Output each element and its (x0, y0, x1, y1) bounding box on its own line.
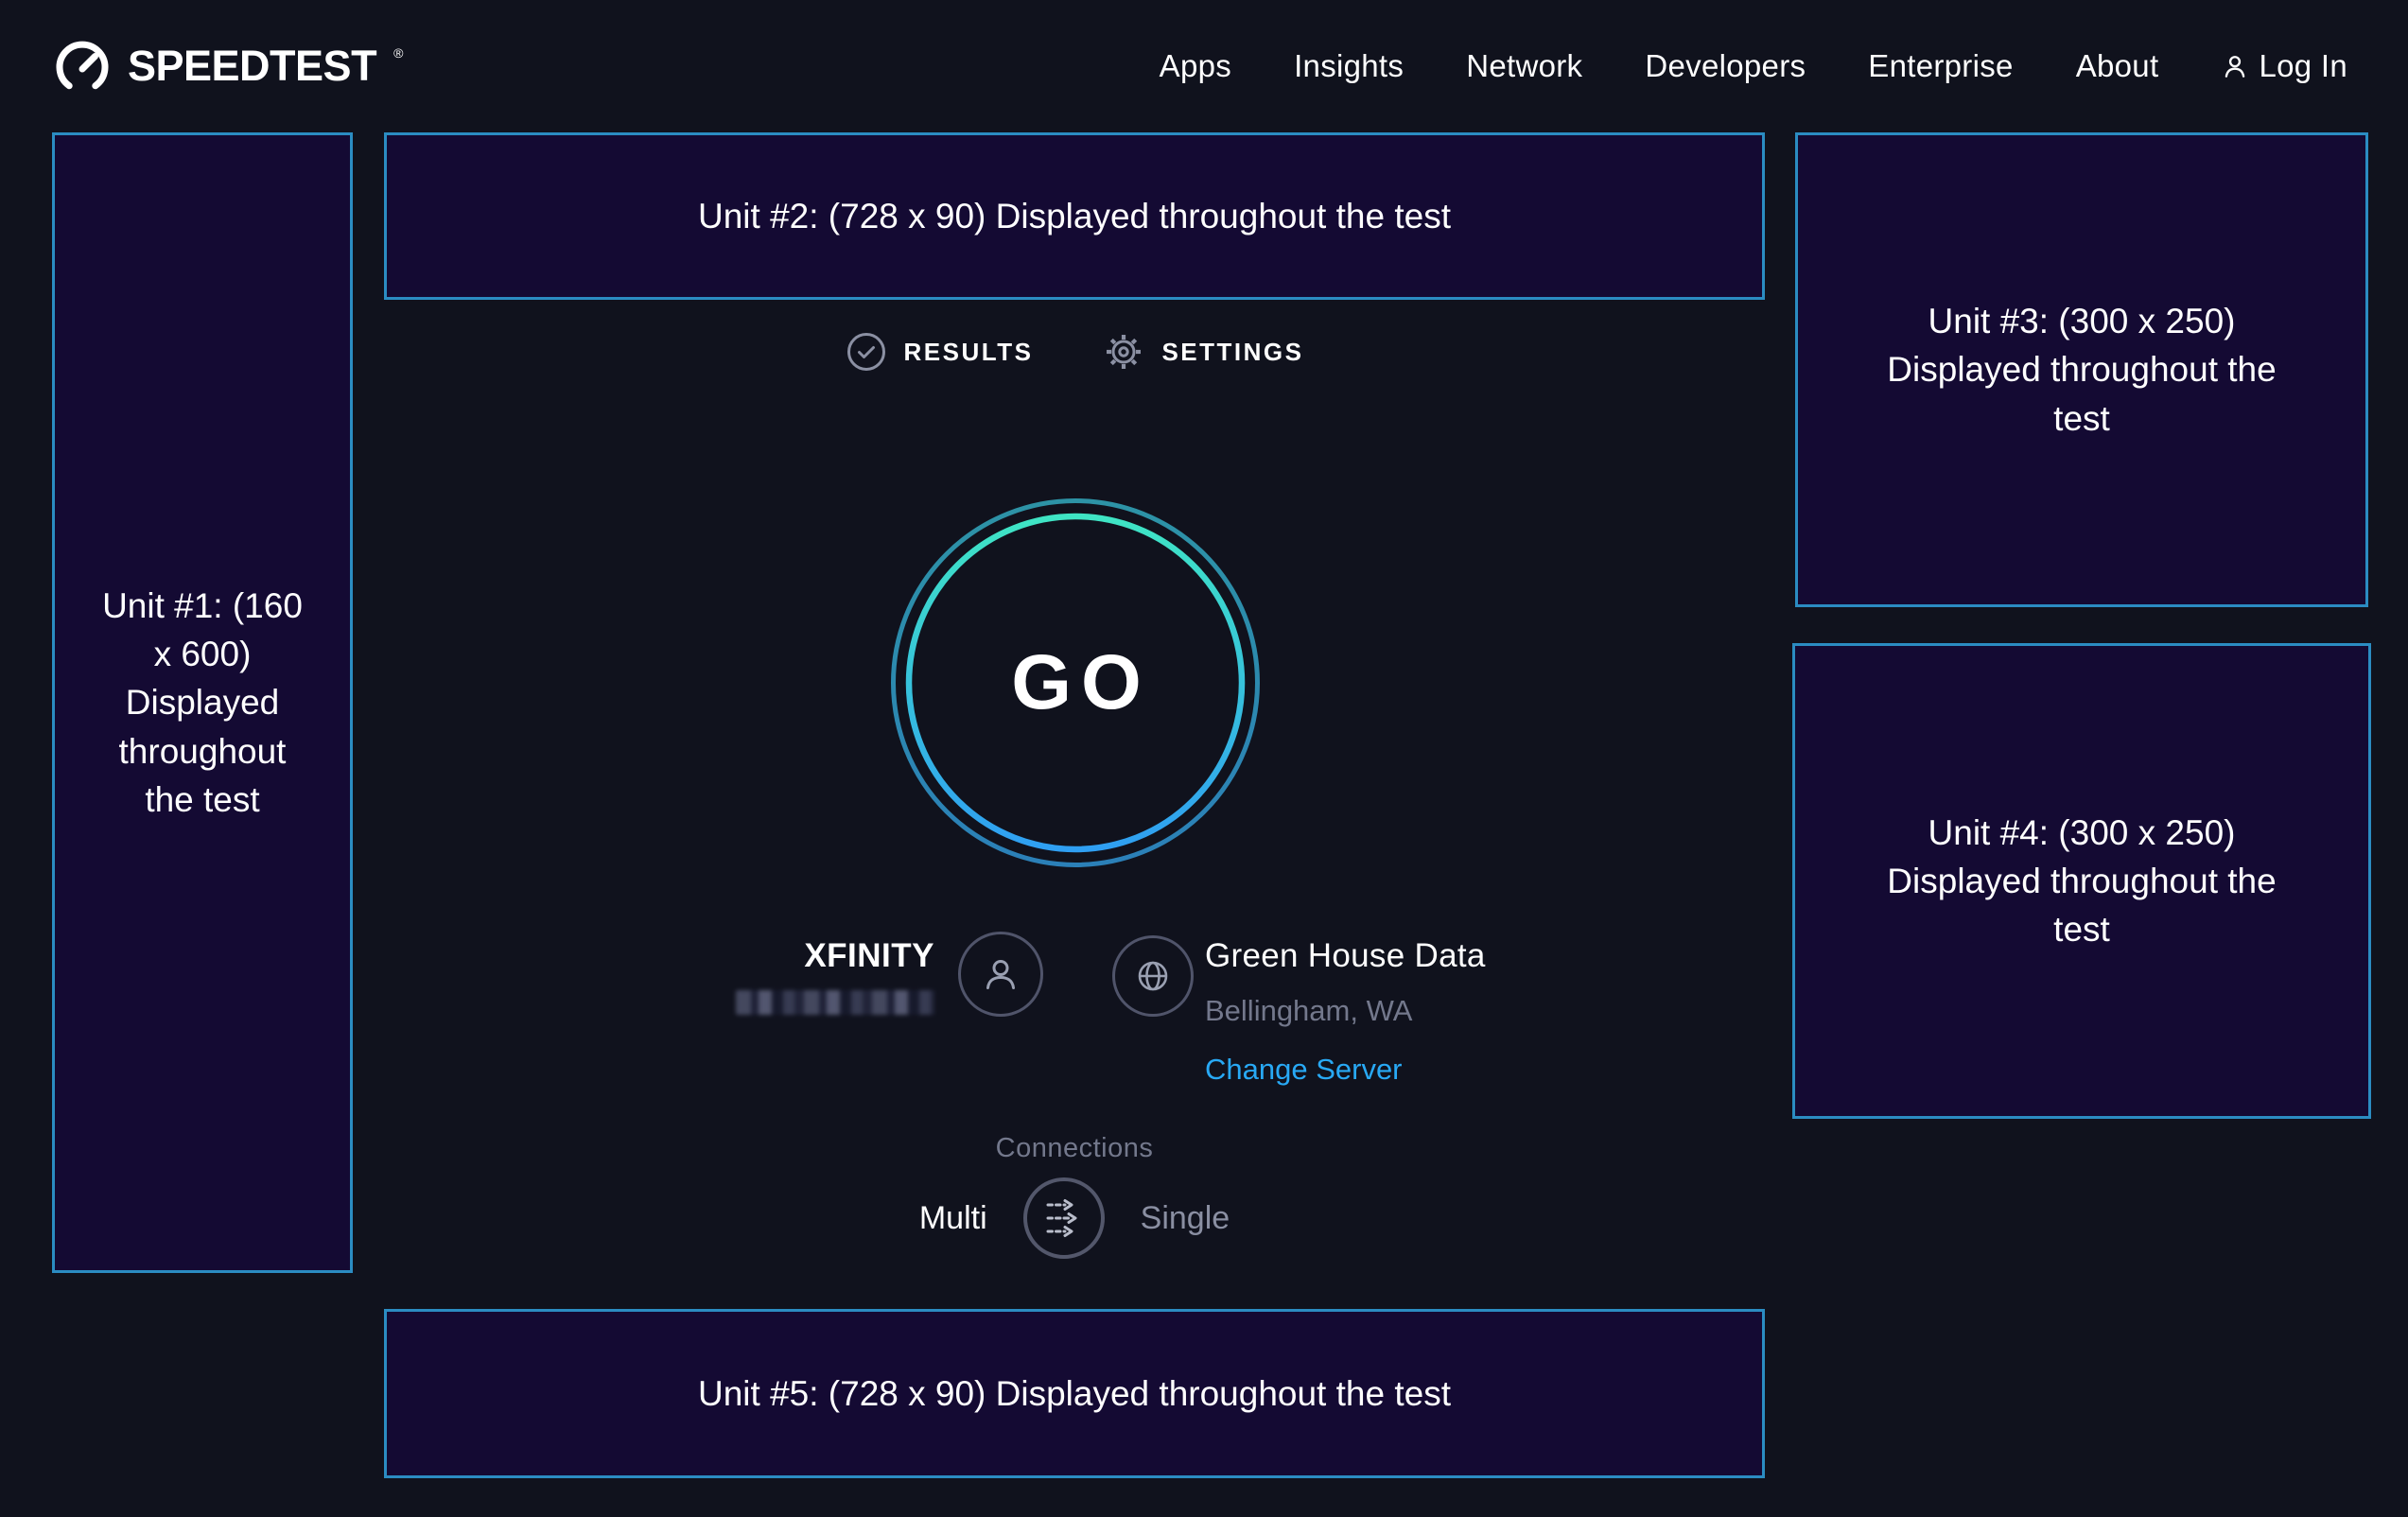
go-button[interactable]: GO (890, 497, 1261, 868)
ad-unit-1-label: Unit #1: (160 x 600) Displayed throughou… (102, 582, 303, 823)
login-button[interactable]: Log In (2221, 48, 2347, 84)
globe-icon (1132, 955, 1174, 997)
isp-info: XFINITY (586, 937, 934, 1015)
ad-unit-4-label: Unit #4: (300 x 250) Displayed throughou… (1855, 809, 2309, 953)
ad-unit-1: Unit #1: (160 x 600) Displayed throughou… (52, 132, 353, 1273)
user-icon (2221, 52, 2249, 80)
test-tabs: RESULTS SETTINGS (384, 331, 1765, 373)
server-badge (1112, 935, 1194, 1017)
nav-item-developers[interactable]: Developers (1645, 48, 1806, 84)
connections-option-single[interactable]: Single (1141, 1200, 1230, 1237)
person-icon (979, 952, 1022, 996)
nav-item-apps[interactable]: Apps (1160, 48, 1231, 84)
tab-results[interactable]: RESULTS (846, 331, 1034, 373)
login-label: Log In (2259, 48, 2347, 84)
connection-mode-toggle[interactable] (1023, 1177, 1105, 1259)
isp-badge (958, 932, 1043, 1017)
check-circle-icon (846, 331, 887, 373)
main-nav: Apps Insights Network Developers Enterpr… (1160, 48, 2347, 84)
ad-unit-5: Unit #5: (728 x 90) Displayed throughout… (384, 1309, 1765, 1478)
tab-settings-label: SETTINGS (1161, 338, 1303, 367)
nav-item-enterprise[interactable]: Enterprise (1868, 48, 2013, 84)
tab-results-label: RESULTS (904, 338, 1034, 367)
redacted-text (736, 990, 934, 1015)
nav-item-insights[interactable]: Insights (1294, 48, 1404, 84)
logo[interactable]: SPEEDTEST ® (52, 36, 401, 96)
header: SPEEDTEST ® Apps Insights Network Develo… (0, 0, 2408, 132)
server-location: Bellingham, WA (1205, 994, 1486, 1028)
ad-unit-5-label: Unit #5: (728 x 90) Displayed throughout… (698, 1369, 1451, 1418)
server-name: Green House Data (1205, 937, 1486, 975)
nav-item-network[interactable]: Network (1466, 48, 1582, 84)
multi-stream-arrows-icon (1041, 1197, 1087, 1239)
ad-unit-3: Unit #3: (300 x 250) Displayed throughou… (1795, 132, 2368, 607)
nav-item-about[interactable]: About (2076, 48, 2159, 84)
connections-label: Connections (384, 1133, 1765, 1164)
ad-unit-4: Unit #4: (300 x 250) Displayed throughou… (1792, 643, 2371, 1119)
speedtest-gauge-icon (52, 36, 113, 96)
ad-unit-3-label: Unit #3: (300 x 250) Displayed throughou… (1855, 297, 2309, 442)
logo-text: SPEEDTEST (128, 42, 376, 91)
ad-unit-2: Unit #2: (728 x 90) Displayed throughout… (384, 132, 1765, 300)
gear-icon (1103, 331, 1144, 373)
go-button-label: GO (890, 497, 1261, 868)
connections-option-multi[interactable]: Multi (919, 1200, 987, 1237)
tab-settings[interactable]: SETTINGS (1103, 331, 1303, 373)
change-server-link[interactable]: Change Server (1205, 1053, 1403, 1087)
isp-name: XFINITY (586, 937, 934, 975)
connections-row: Multi Single (384, 1177, 1765, 1259)
server-info: Green House Data Bellingham, WA Change S… (1205, 937, 1486, 1087)
logo-trademark: ® (393, 45, 403, 61)
ad-unit-2-label: Unit #2: (728 x 90) Displayed throughout… (698, 192, 1451, 240)
